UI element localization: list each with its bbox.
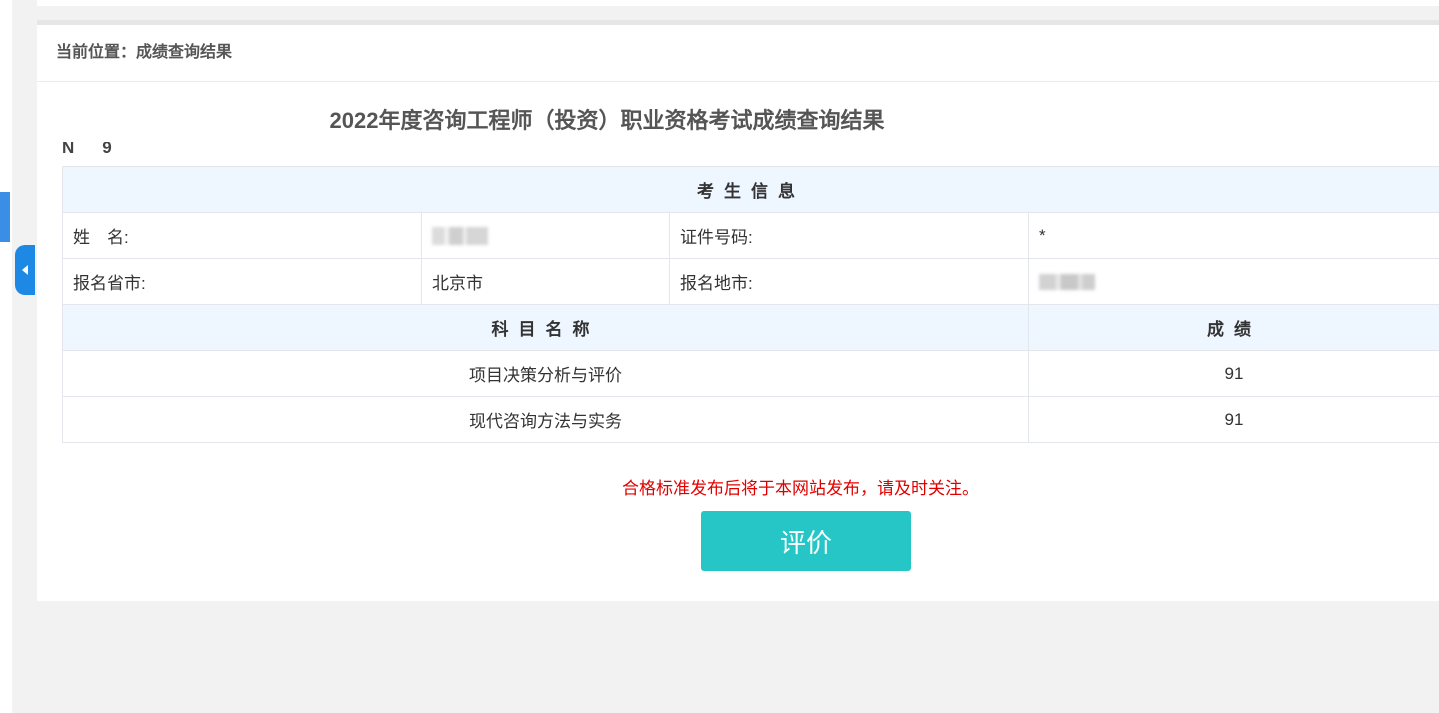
notice-text: 合格标准发布后将于本网站发布，请及时关注。 <box>622 479 979 498</box>
city-label: 报名地市: <box>669 258 1029 305</box>
name-value <box>421 212 670 259</box>
table-row: 现代咨询方法与实务 91 <box>62 396 1439 443</box>
caret-left-icon <box>22 265 28 275</box>
subject-score: 91 <box>1028 396 1439 443</box>
score-header-row: 科目名称 成绩 <box>62 304 1439 351</box>
score-header: 成绩 <box>1028 304 1439 351</box>
id-label: 证件号码: <box>669 212 1029 259</box>
name-label: 姓 名: <box>62 212 422 259</box>
sidebar-accent <box>0 192 10 242</box>
subject-name: 现代咨询方法与实务 <box>62 396 1029 443</box>
result-panel: 当前位置： 成绩查询结果 2022年度咨询工程师（投资）职业资格考试成绩查询结果… <box>37 25 1439 601</box>
breadcrumb-current: 成绩查询结果 <box>136 44 233 61</box>
city-value <box>1028 258 1439 305</box>
subject-header: 科目名称 <box>62 304 1029 351</box>
number-line-end: 9 <box>102 142 112 154</box>
subject-score: 91 <box>1028 350 1439 397</box>
number-line-start: N <box>62 142 75 154</box>
candidate-row: 姓 名: 证件号码: * <box>62 212 1439 259</box>
candidate-section-header: 考生信息 <box>62 166 1439 213</box>
page-title: 2022年度咨询工程师（投资）职业资格考试成绩查询结果 <box>329 108 885 133</box>
name-redaction <box>432 227 488 246</box>
score-table: 考生信息 姓 名: 证件号码: * 报名省市: 北京市 报名地市: 科目名称 成… <box>62 166 1439 443</box>
sidebar-collapse-button[interactable] <box>15 245 35 295</box>
province-label: 报名省市: <box>62 258 422 305</box>
city-redaction <box>1039 274 1095 291</box>
id-value: * <box>1028 212 1439 259</box>
number-line: N9 <box>62 142 112 154</box>
candidate-row: 报名省市: 北京市 报名地市: <box>62 258 1439 305</box>
left-strip <box>0 0 12 713</box>
evaluate-button[interactable]: 评价 <box>701 511 911 571</box>
table-row: 项目决策分析与评价 91 <box>62 350 1439 397</box>
top-bar <box>37 0 1439 6</box>
breadcrumb-prefix: 当前位置： <box>56 44 137 61</box>
subject-name: 项目决策分析与评价 <box>62 350 1029 397</box>
breadcrumb: 当前位置： 成绩查询结果 <box>37 25 1439 82</box>
province-value: 北京市 <box>421 258 670 305</box>
candidate-header-row: 考生信息 <box>62 166 1439 213</box>
